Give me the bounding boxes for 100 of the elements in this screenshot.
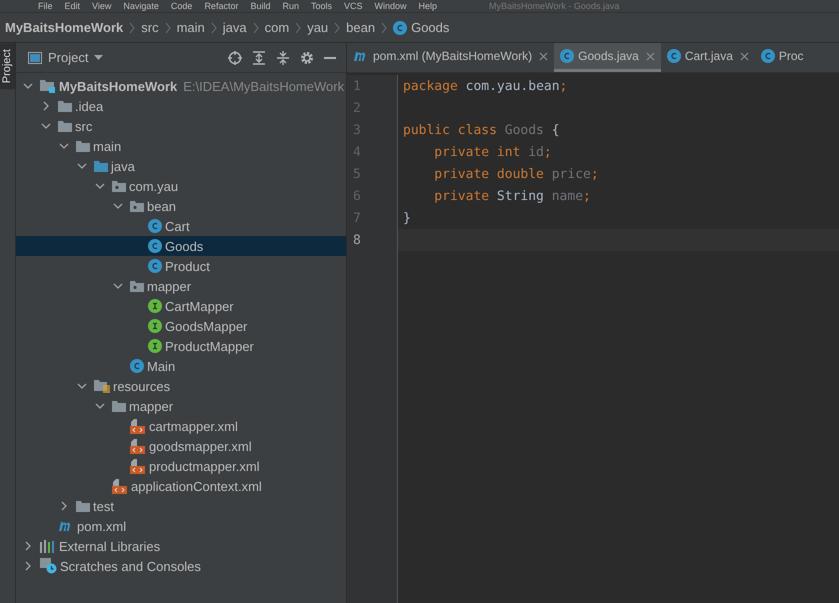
project-side-tab[interactable]: Project (0, 43, 15, 90)
resources-folder-icon (94, 379, 110, 393)
tree-item[interactable]: GoodsMapper (16, 316, 346, 336)
close-icon[interactable] (740, 52, 749, 60)
chevron-right-icon (295, 22, 302, 34)
tree-item[interactable]: productmapper.xml (16, 456, 346, 476)
settings-icon[interactable] (300, 50, 314, 64)
editor-tab[interactable]: Goods.java (554, 43, 661, 72)
xml-file-icon (130, 438, 146, 454)
code-line: package com.yau.bean; (402, 78, 568, 94)
locate-icon[interactable] (228, 50, 242, 64)
menu-item[interactable]: Tools (310, 1, 332, 11)
tree-item[interactable]: Scratches and Consoles (16, 556, 346, 576)
xml-file-icon (130, 458, 146, 474)
interface-icon (148, 299, 162, 313)
breadcrumb-item[interactable]: java (222, 20, 247, 35)
window-title: MyBaitsHomeWork - Goods.java (489, 1, 620, 11)
class-icon (148, 259, 162, 273)
chevron-right-icon (252, 22, 259, 34)
menu-item[interactable]: Help (418, 1, 438, 11)
panel-icon (28, 52, 42, 64)
package-folder-icon (130, 200, 144, 212)
folder-icon (112, 400, 126, 412)
menu-item[interactable]: Window (374, 1, 407, 11)
menu-item[interactable]: Refactor (204, 1, 238, 11)
tree-item[interactable]: CartMapper (16, 296, 346, 316)
package-folder-icon (112, 180, 126, 192)
folder-icon (76, 140, 90, 152)
code-line: private int id; (433, 144, 552, 160)
collapse-all-icon[interactable] (276, 50, 290, 64)
class-icon (393, 20, 408, 34)
project-view-dropdown[interactable]: Project (28, 50, 104, 65)
breadcrumb-item[interactable]: src (141, 20, 159, 35)
close-icon[interactable] (539, 52, 548, 60)
tree-item[interactable]: MyBaitsHomeWork E:\IDEA\MyBaitsHomeWork (16, 76, 346, 96)
folder-icon (58, 120, 72, 132)
tree-item[interactable]: bean (16, 196, 346, 216)
breadcrumb-item[interactable]: MyBaitsHomeWork (5, 20, 124, 35)
tree-item[interactable]: main (16, 136, 346, 156)
tree-item[interactable]: External Libraries (16, 536, 346, 556)
minimize-icon[interactable] (324, 56, 336, 60)
tree-item[interactable]: test (16, 496, 346, 516)
menu-item[interactable]: View (92, 1, 112, 11)
editor-tab[interactable]: Proc (754, 43, 810, 72)
class-icon (560, 49, 574, 63)
folder-icon (58, 100, 72, 112)
expand-all-icon[interactable] (252, 50, 266, 64)
tree-item[interactable]: Product (16, 256, 346, 276)
class-icon (148, 219, 162, 233)
menu-item[interactable]: Code (170, 1, 192, 11)
menu-item[interactable]: Run (282, 1, 299, 11)
tree-item[interactable]: java (16, 156, 346, 176)
tree-item[interactable]: cartmapper.xml (16, 416, 346, 436)
breadcrumb-item[interactable]: main (176, 20, 205, 35)
tree-item[interactable]: Main (16, 356, 346, 376)
chevron-right-icon (210, 22, 217, 34)
breadcrumb-item[interactable]: yau (307, 20, 328, 35)
code-line: public class Goods { (402, 122, 560, 138)
editor-tab[interactable]: pom.xml (MyBaitsHomeWork) (347, 43, 554, 72)
code-line: private double price; (433, 166, 599, 182)
tree-item[interactable]: applicationContext.xml (16, 476, 346, 496)
tree-item[interactable]: .idea (16, 96, 346, 116)
menu-item[interactable]: Edit (64, 1, 80, 11)
package-folder-icon (130, 280, 144, 292)
menu-item[interactable]: File (38, 1, 53, 11)
project-path: E:\IDEA\MyBaitsHomeWork (183, 78, 344, 94)
breadcrumb-item[interactable]: bean (346, 20, 376, 35)
chevron-right-icon (164, 22, 171, 34)
editor-tab[interactable]: Cart.java (660, 43, 755, 72)
class-icon (130, 359, 144, 373)
tree-item[interactable]: mapper (16, 276, 346, 296)
libraries-icon (40, 540, 56, 552)
breadcrumb-item[interactable]: Goods (411, 20, 450, 35)
class-icon (666, 49, 681, 63)
menu-item[interactable]: Navigate (123, 1, 159, 11)
chevron-right-icon (129, 22, 136, 34)
menu-item[interactable]: VCS (344, 1, 363, 11)
chevron-right-icon (381, 22, 388, 34)
tree-item[interactable]: com.yau (16, 176, 346, 196)
code-line: } (402, 210, 411, 226)
menu-item[interactable]: Build (250, 1, 270, 11)
tree-item[interactable]: resources (16, 376, 346, 396)
tree-item[interactable]: pom.xml (16, 516, 346, 536)
folder-icon (76, 500, 90, 512)
class-icon (148, 239, 162, 253)
tree-item[interactable]: goodsmapper.xml (16, 436, 346, 456)
tree-item[interactable]: src (16, 116, 346, 136)
tree-item[interactable]: Cart (16, 216, 346, 236)
tree-item[interactable]: ProductMapper (16, 336, 346, 356)
class-icon (760, 49, 775, 63)
breadcrumb-item[interactable]: com (264, 20, 290, 35)
tree-item[interactable]: mapper (16, 396, 346, 416)
code-line: private String name; (433, 188, 591, 204)
xml-file-icon (130, 418, 146, 434)
xml-file-icon (112, 478, 128, 494)
close-icon[interactable] (646, 52, 655, 60)
folder-icon (94, 160, 108, 172)
module-folder-icon (40, 79, 56, 93)
chevron-right-icon (334, 22, 340, 34)
tree-item[interactable]: Goods (16, 236, 346, 256)
